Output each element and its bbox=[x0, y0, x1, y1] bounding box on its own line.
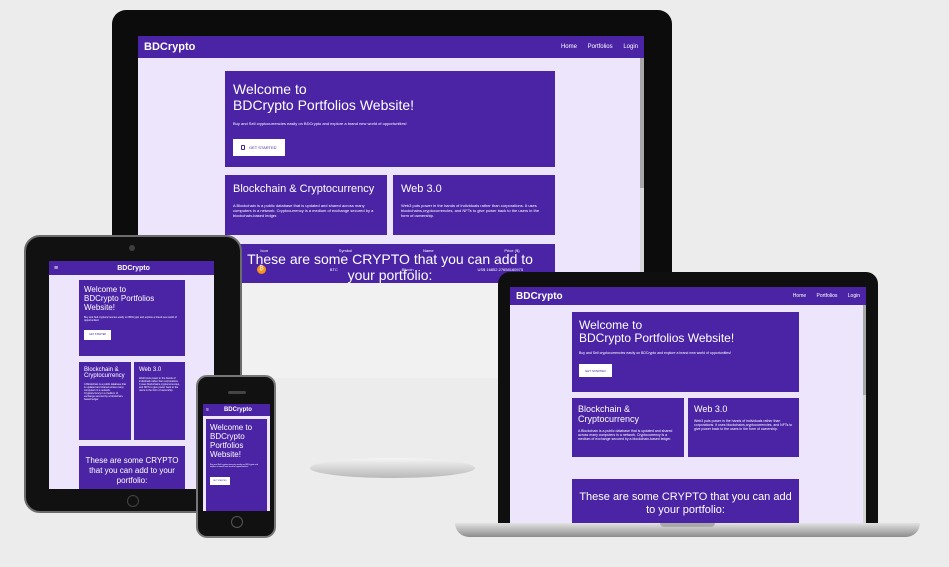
phone-device: ≡ BDCrypto Welcome to BDCrypto Portfolio… bbox=[196, 375, 276, 538]
card-web3: Web 3.0 Web3 puts power in the hands of … bbox=[688, 398, 799, 457]
crypto-list-heading: These are some CRYPTO that you can add t… bbox=[579, 491, 792, 516]
th-name: Name bbox=[422, 248, 434, 253]
get-started-label: GET STARTED bbox=[213, 480, 227, 482]
card-title: Blockchain & Cryptocurrency bbox=[84, 367, 125, 379]
card-blockchain: Blockchain & Cryptocurrency A Blockchain… bbox=[79, 362, 131, 440]
nav-link-login[interactable]: Login bbox=[623, 44, 638, 50]
nav-link-login[interactable]: Login bbox=[848, 293, 860, 299]
hero-text: Buy and Sell cryptocurrencies easily on … bbox=[579, 351, 731, 355]
crypto-list-heading: These are some CRYPTO that you can add t… bbox=[85, 456, 179, 485]
hero-panel: Welcome to BDCrypto Portfolios Website! … bbox=[79, 280, 185, 356]
card-title: Blockchain & Cryptocurrency bbox=[233, 183, 375, 195]
hero-title: Welcome to BDCrypto Portfolios Website! bbox=[210, 423, 263, 459]
card-blockchain: Blockchain & Cryptocurrency A Blockchain… bbox=[225, 175, 387, 235]
card-text: A Blockchain is a public database that i… bbox=[233, 203, 374, 218]
hero-title-line2: BDCrypto Portfolios Website! bbox=[233, 97, 415, 113]
card-title: Blockchain & Cryptocurrency bbox=[578, 404, 640, 424]
crypto-table: Icon Symbol Name Price ($) ₿ BTC Bitcoin… bbox=[225, 245, 555, 275]
hero-title: Welcome to BDCrypto Portfolios Website! bbox=[579, 319, 792, 345]
hero-text: Buy and Sell cryptocurrencies easily on … bbox=[233, 121, 407, 126]
hero-panel: Welcome to BDCrypto Portfolios Website! … bbox=[572, 312, 799, 392]
bitcoin-icon: ₿ bbox=[256, 265, 266, 274]
site-laptop: BDCrypto Home Portfolios Login Welcome t… bbox=[510, 287, 866, 524]
th-symbol: Symbol bbox=[338, 248, 353, 253]
crypto-list-panel: These are some CRYPTO that you can add t… bbox=[79, 446, 185, 489]
navbar: ≡ BDCrypto bbox=[49, 261, 214, 275]
nav-links: Home Portfolios Login bbox=[552, 44, 638, 50]
hero-title-line1: Welcome to bbox=[84, 285, 127, 294]
hero-title: Welcome to BDCrypto Portfolios Website! bbox=[84, 285, 180, 312]
speaker-icon bbox=[228, 391, 246, 394]
home-button[interactable] bbox=[231, 516, 243, 528]
th-icon: Icon bbox=[260, 248, 268, 253]
card-text: Web3 puts power in the hands of individu… bbox=[139, 377, 180, 392]
get-started-label: GET STARTED bbox=[249, 145, 277, 150]
site-phone: ≡ BDCrypto Welcome to BDCrypto Portfolio… bbox=[203, 404, 270, 511]
hamburger-icon[interactable]: ≡ bbox=[54, 265, 58, 272]
get-started-button[interactable]: GET STARTED bbox=[210, 477, 230, 485]
hero-text: Buy and Sell cryptocurrencies easily on … bbox=[84, 316, 177, 322]
nav-link-portfolios[interactable]: Portfolios bbox=[588, 44, 613, 50]
nav-link-home[interactable]: Home bbox=[793, 293, 806, 299]
brand-logo[interactable]: BDCrypto bbox=[516, 291, 563, 302]
hero-title-line2: BDCrypto Portfolios Website! bbox=[210, 432, 245, 459]
hamburger-icon[interactable]: ≡ bbox=[206, 407, 209, 413]
site-tablet: ≡ BDCrypto Welcome to BDCrypto Portfolio… bbox=[49, 261, 214, 489]
brand-logo[interactable]: BDCrypto bbox=[224, 407, 252, 413]
get-started-label: GET STARTED bbox=[89, 333, 107, 336]
hero-panel: Welcome to BDCrypto Portfolios Website! … bbox=[206, 419, 267, 511]
laptop-screen: BDCrypto Home Portfolios Login Welcome t… bbox=[510, 287, 866, 524]
card-web3: Web 3.0 Web3 puts power in the hands of … bbox=[393, 175, 555, 235]
crypto-list-panel: These are some CRYPTO that you can add t… bbox=[572, 479, 799, 524]
get-started-button[interactable]: GET STARTED bbox=[84, 329, 112, 340]
card-title: Web 3.0 bbox=[139, 367, 162, 373]
nav-links: Home Portfolios Login bbox=[784, 293, 860, 299]
hero-panel: Welcome to BDCrypto Portfolios Website! … bbox=[225, 71, 555, 167]
hero-title-line1: Welcome to bbox=[233, 81, 307, 97]
scrollbar[interactable] bbox=[640, 58, 644, 283]
hero-title-line1: Welcome to bbox=[210, 423, 253, 432]
brand-logo[interactable]: BDCrypto bbox=[117, 265, 150, 272]
tablet-screen: ≡ BDCrypto Welcome to BDCrypto Portfolio… bbox=[49, 261, 214, 489]
th-price: Price ($) bbox=[504, 248, 520, 253]
card-title: Web 3.0 bbox=[401, 183, 442, 195]
card-blockchain: Blockchain & Cryptocurrency A Blockchain… bbox=[572, 398, 684, 457]
nav-link-portfolios[interactable]: Portfolios bbox=[817, 293, 838, 299]
home-button[interactable] bbox=[127, 495, 139, 507]
card-text: A Blockchain is a public database that i… bbox=[578, 429, 673, 441]
card-text: A Blockchain is a public database that i… bbox=[84, 383, 126, 401]
table-header: Icon Symbol Name Price ($) bbox=[225, 248, 555, 253]
laptop-device: BDCrypto Home Portfolios Login Welcome t… bbox=[498, 272, 878, 530]
brand-logo[interactable]: BDCrypto bbox=[144, 41, 195, 53]
navbar: ≡ BDCrypto bbox=[203, 404, 270, 416]
get-started-button[interactable]: GET STARTED bbox=[579, 364, 612, 377]
hero-title-line2: BDCrypto Portfolios Website! bbox=[579, 331, 735, 345]
card-text: Web3 puts power in the hands of individu… bbox=[401, 203, 540, 218]
hero-title-line1: Welcome to bbox=[579, 318, 643, 332]
hero-title: Welcome to BDCrypto Portfolios Website! bbox=[233, 81, 547, 113]
navbar: BDCrypto Home Portfolios Login bbox=[138, 36, 644, 58]
row-symbol: BTC bbox=[329, 267, 338, 272]
camera-icon bbox=[129, 245, 135, 251]
document-icon bbox=[241, 145, 245, 150]
nav-link-home[interactable]: Home bbox=[561, 44, 577, 50]
monitor-base bbox=[310, 458, 475, 478]
get-started-label: GET STARTED bbox=[585, 368, 606, 373]
row-name: Bitcoin bbox=[401, 267, 414, 272]
hero-title-line2: BDCrypto Portfolios Website! bbox=[84, 294, 155, 312]
card-text: Web3 puts power in the hands of individu… bbox=[694, 419, 793, 431]
get-started-button[interactable]: GET STARTED bbox=[233, 139, 285, 156]
hero-text: Buy and Sell cryptocurrencies easily on … bbox=[210, 464, 259, 468]
card-title: Web 3.0 bbox=[694, 404, 728, 414]
laptop-notch bbox=[660, 523, 715, 527]
phone-screen: ≡ BDCrypto Welcome to BDCrypto Portfolio… bbox=[203, 404, 270, 511]
navbar: BDCrypto Home Portfolios Login bbox=[510, 287, 866, 305]
card-web3: Web 3.0 Web3 puts power in the hands of … bbox=[134, 362, 185, 440]
scrollbar[interactable] bbox=[863, 305, 866, 524]
